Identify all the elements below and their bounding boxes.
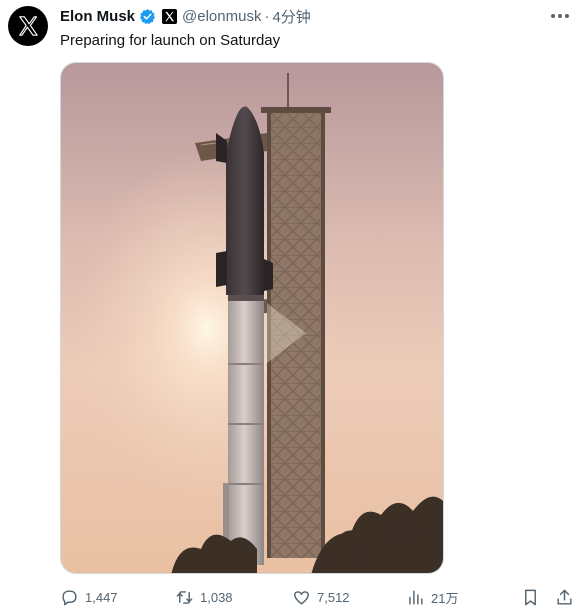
bookmark-icon: [525, 589, 536, 605]
views-button[interactable]: 21万: [406, 584, 458, 610]
reply-icon: [62, 589, 77, 605]
x-affiliate-badge-icon: [162, 8, 178, 24]
author-name[interactable]: Elon Musk: [60, 8, 135, 25]
tweet-text: Preparing for launch on Saturday: [60, 32, 281, 49]
verified-badge-icon: [140, 8, 156, 24]
reply-count: 1,447: [85, 589, 118, 605]
like-count: 7,512: [317, 589, 350, 605]
more-horizontal-icon: [551, 14, 569, 18]
tweet-actions-bar: 1,447 1,038 7,512 21万: [0, 584, 585, 610]
more-options-button[interactable]: [549, 8, 571, 24]
retweet-count: 1,038: [200, 589, 233, 605]
x-logo-icon: [19, 16, 38, 36]
avatar[interactable]: [8, 6, 48, 46]
share-upload-icon: [557, 589, 572, 605]
views-count: 21万: [431, 590, 459, 606]
share-button[interactable]: [555, 584, 574, 610]
views-bar-chart-icon: [409, 589, 423, 605]
reply-button[interactable]: 1,447: [60, 584, 118, 610]
retweet-icon: [176, 590, 193, 604]
retweet-button[interactable]: 1,038: [175, 584, 233, 610]
heart-icon: [294, 590, 309, 605]
header-separator: ·: [264, 7, 270, 25]
tweet-media-image[interactable]: [60, 62, 444, 574]
author-handle[interactable]: @elonmusk: [182, 8, 261, 25]
bookmark-button[interactable]: [521, 584, 540, 610]
like-button[interactable]: 7,512: [292, 584, 350, 610]
tweet-header: Elon Musk @elonmusk · 4分钟: [60, 6, 311, 26]
starship-launch-tower-photo: [61, 63, 443, 573]
tweet-timestamp[interactable]: 4分钟: [272, 6, 310, 27]
